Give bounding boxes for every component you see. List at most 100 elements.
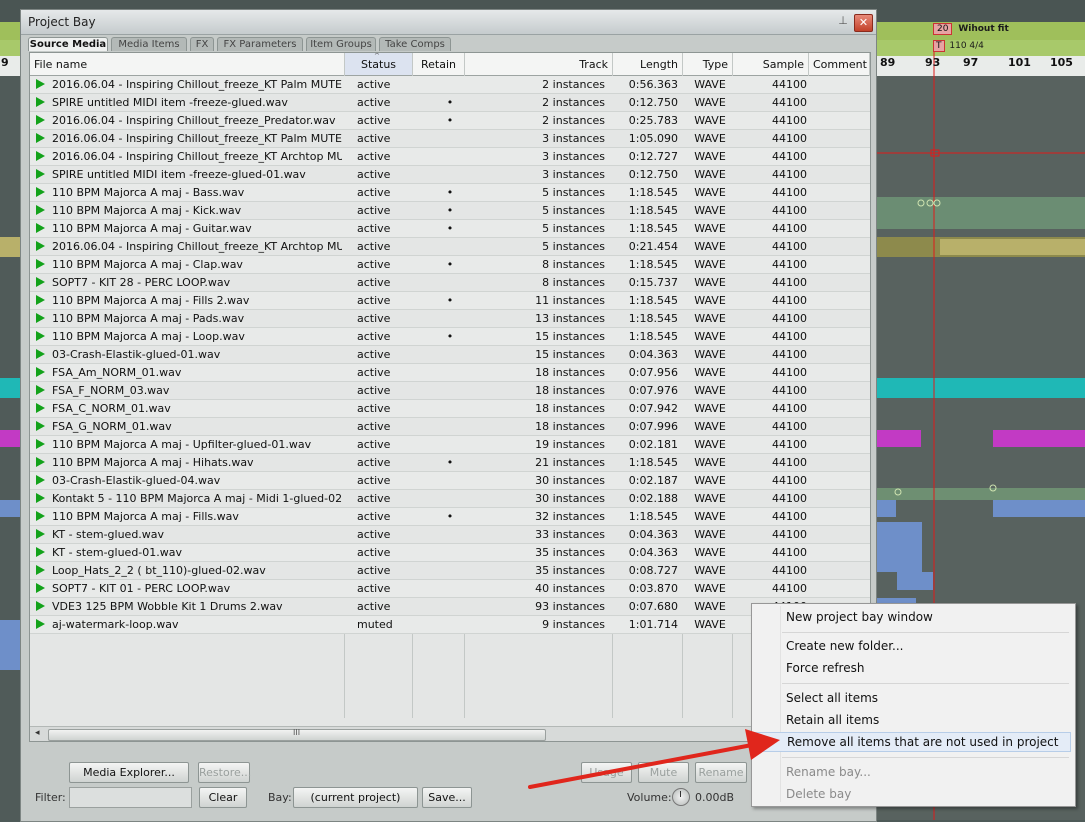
save-button[interactable]: Save... [422,787,472,808]
pin-icon[interactable]: ⊥ [836,14,850,28]
menu-item-delete-bay[interactable]: Delete bay [754,784,1071,804]
menu-item-force-refresh[interactable]: Force refresh [754,658,1071,678]
play-icon[interactable] [36,385,45,395]
play-icon[interactable] [36,601,45,611]
play-icon[interactable] [36,331,45,341]
table-row[interactable]: FSA_F_NORM_03.wav active 18 instances 0:07.… [30,382,870,400]
play-icon[interactable] [36,475,45,485]
restore-button[interactable]: Restore... [198,762,251,783]
play-icon[interactable] [36,187,45,197]
table-row[interactable]: aj-watermark-loop.wav muted 9 instances 1:0… [30,616,870,634]
menu-item-new-project-bay-window[interactable]: New project bay window [754,607,1071,627]
table-row[interactable]: 2016.06.04 - Inspiring Chillout_freeze_P… [30,112,870,130]
media-explorer-button[interactable]: Media Explorer... [69,762,189,783]
menu-item-create-new-folder[interactable]: Create new folder... [754,636,1071,656]
table-row[interactable]: KT - stem-glued.wav active 33 instances 0:0… [30,526,870,544]
play-icon[interactable] [36,493,45,503]
volume-knob[interactable] [672,788,690,806]
play-icon[interactable] [36,511,45,521]
filter-input[interactable] [69,787,192,808]
table-row[interactable]: 03-Crash-Elastik-glued-04.wav active 30 in… [30,472,870,490]
table-row[interactable]: SPIRE untitled MIDI item -freeze-glued.w… [30,94,870,112]
table-row[interactable]: 110 BPM Majorca A maj - Bass.wav active • 5… [30,184,870,202]
menu-item-select-all-items[interactable]: Select all items [754,688,1071,708]
table-row[interactable]: VDE3 125 BPM Wobble Kit 1 Drums 2.wav act… [30,598,870,616]
table-row[interactable]: FSA_G_NORM_01.wav active 18 instances 0:07.… [30,418,870,436]
play-icon[interactable] [36,367,45,377]
play-icon[interactable] [36,259,45,269]
tab-media-items[interactable]: Media Items [111,37,187,51]
play-icon[interactable] [36,313,45,323]
table-row[interactable]: Kontakt 5 - 110 BPM Majorca A maj - Midi… [30,490,870,508]
table-row[interactable]: FSA_Am_NORM_01.wav active 18 instances 0:07… [30,364,870,382]
table-row[interactable]: FSA_C_NORM_01.wav active 18 instances 0:07.… [30,400,870,418]
play-icon[interactable] [36,349,45,359]
bay-select[interactable]: (current project) [293,787,418,808]
tab-item-groups[interactable]: Item Groups [306,37,376,51]
table-row[interactable]: 110 BPM Majorca A maj - Loop.wav active • 1… [30,328,870,346]
play-icon[interactable] [36,223,45,233]
table-row[interactable]: Loop_Hats_2_2 ( bt_110)-glued-02.wav acti… [30,562,870,580]
tab-fx[interactable]: FX [190,37,214,51]
play-icon[interactable] [36,295,45,305]
play-icon[interactable] [36,115,45,125]
menu-item-retain-all-items[interactable]: Retain all items [754,710,1071,730]
column-length[interactable]: Length [613,53,683,75]
table-row[interactable]: 110 BPM Majorca A maj - Guitar.wav active… [30,220,870,238]
play-icon[interactable] [36,241,45,251]
column-type[interactable]: Type [683,53,733,75]
play-icon[interactable] [36,439,45,449]
scroll-left-icon[interactable]: ◂ [35,728,40,738]
column-file-name[interactable]: File name [30,53,345,75]
table-row[interactable]: 110 BPM Majorca A maj - Hihats.wav active… [30,454,870,472]
table-row[interactable]: SPIRE untitled MIDI item -freeze-glued-0… [30,166,870,184]
play-icon[interactable] [36,151,45,161]
play-icon[interactable] [36,79,45,89]
table-row[interactable]: 2016.06.04 - Inspiring Chillout_freeze_K… [30,238,870,256]
table-row[interactable]: 110 BPM Majorca A maj - Fills.wav active •… [30,508,870,526]
menu-item-remove-unused-items[interactable]: Remove all items that are not used in pr… [754,732,1071,752]
play-icon[interactable] [36,565,45,575]
column-retain[interactable]: Retain [413,53,465,75]
play-icon[interactable] [36,547,45,557]
table-row[interactable]: SOPT7 - KIT 28 - PERC LOOP.wav active 8 in… [30,274,870,292]
play-icon[interactable] [36,133,45,143]
table-row[interactable]: 110 BPM Majorca A maj - Kick.wav active • 5… [30,202,870,220]
mute-button[interactable]: Mute [638,762,689,783]
column-track[interactable]: Track [465,53,613,75]
table-row[interactable]: 110 BPM Majorca A maj - Pads.wav active 13… [30,310,870,328]
play-icon[interactable] [36,529,45,539]
column-sample-rate[interactable]: Sample rate [733,53,809,95]
play-icon[interactable] [36,619,45,629]
clear-button[interactable]: Clear [199,787,247,808]
tab-fx-parameters[interactable]: FX Parameters [217,37,303,51]
table-row[interactable]: 2016.06.04 - Inspiring Chillout_freeze_K… [30,148,870,166]
play-icon[interactable] [36,169,45,179]
play-icon[interactable] [36,277,45,287]
column-comment[interactable]: Comment [809,53,870,75]
table-row[interactable]: SOPT7 - KIT 01 - PERC LOOP.wav active 40 i… [30,580,870,598]
table-row[interactable]: 2016.06.04 - Inspiring Chillout_freeze_K… [30,76,870,94]
table-row[interactable]: 03-Crash-Elastik-glued-01.wav active 15 in… [30,346,870,364]
table-row[interactable]: 2016.06.04 - Inspiring Chillout_freeze_K… [30,130,870,148]
play-icon[interactable] [36,97,45,107]
table-row[interactable]: 110 BPM Majorca A maj - Upfilter-glued-0… [30,436,870,454]
play-icon[interactable] [36,403,45,413]
column-status[interactable]: ^ Status [345,53,413,75]
table-row[interactable]: 110 BPM Majorca A maj - Fills 2.wav activ… [30,292,870,310]
usage-button[interactable]: Usage [581,762,632,783]
play-icon[interactable] [36,457,45,467]
table-row[interactable]: 110 BPM Majorca A maj - Clap.wav active • 8… [30,256,870,274]
play-icon[interactable] [36,421,45,431]
title-bar[interactable]: Project Bay ⊥ ✕ [21,10,876,35]
source-media-list[interactable]: File name ^ Status Retain Track Length T… [29,52,871,742]
horizontal-scrollbar[interactable]: ◂ III [30,726,870,741]
scrollbar-thumb[interactable]: III [48,728,546,741]
close-button[interactable]: ✕ [854,14,873,32]
menu-item-rename-bay[interactable]: Rename bay... [754,762,1071,782]
table-row[interactable]: KT - stem-glued-01.wav active 35 instances… [30,544,870,562]
play-icon[interactable] [36,583,45,593]
tab-source-media[interactable]: Source Media [28,37,108,51]
play-icon[interactable] [36,205,45,215]
rename-button[interactable]: Rename [695,762,747,783]
